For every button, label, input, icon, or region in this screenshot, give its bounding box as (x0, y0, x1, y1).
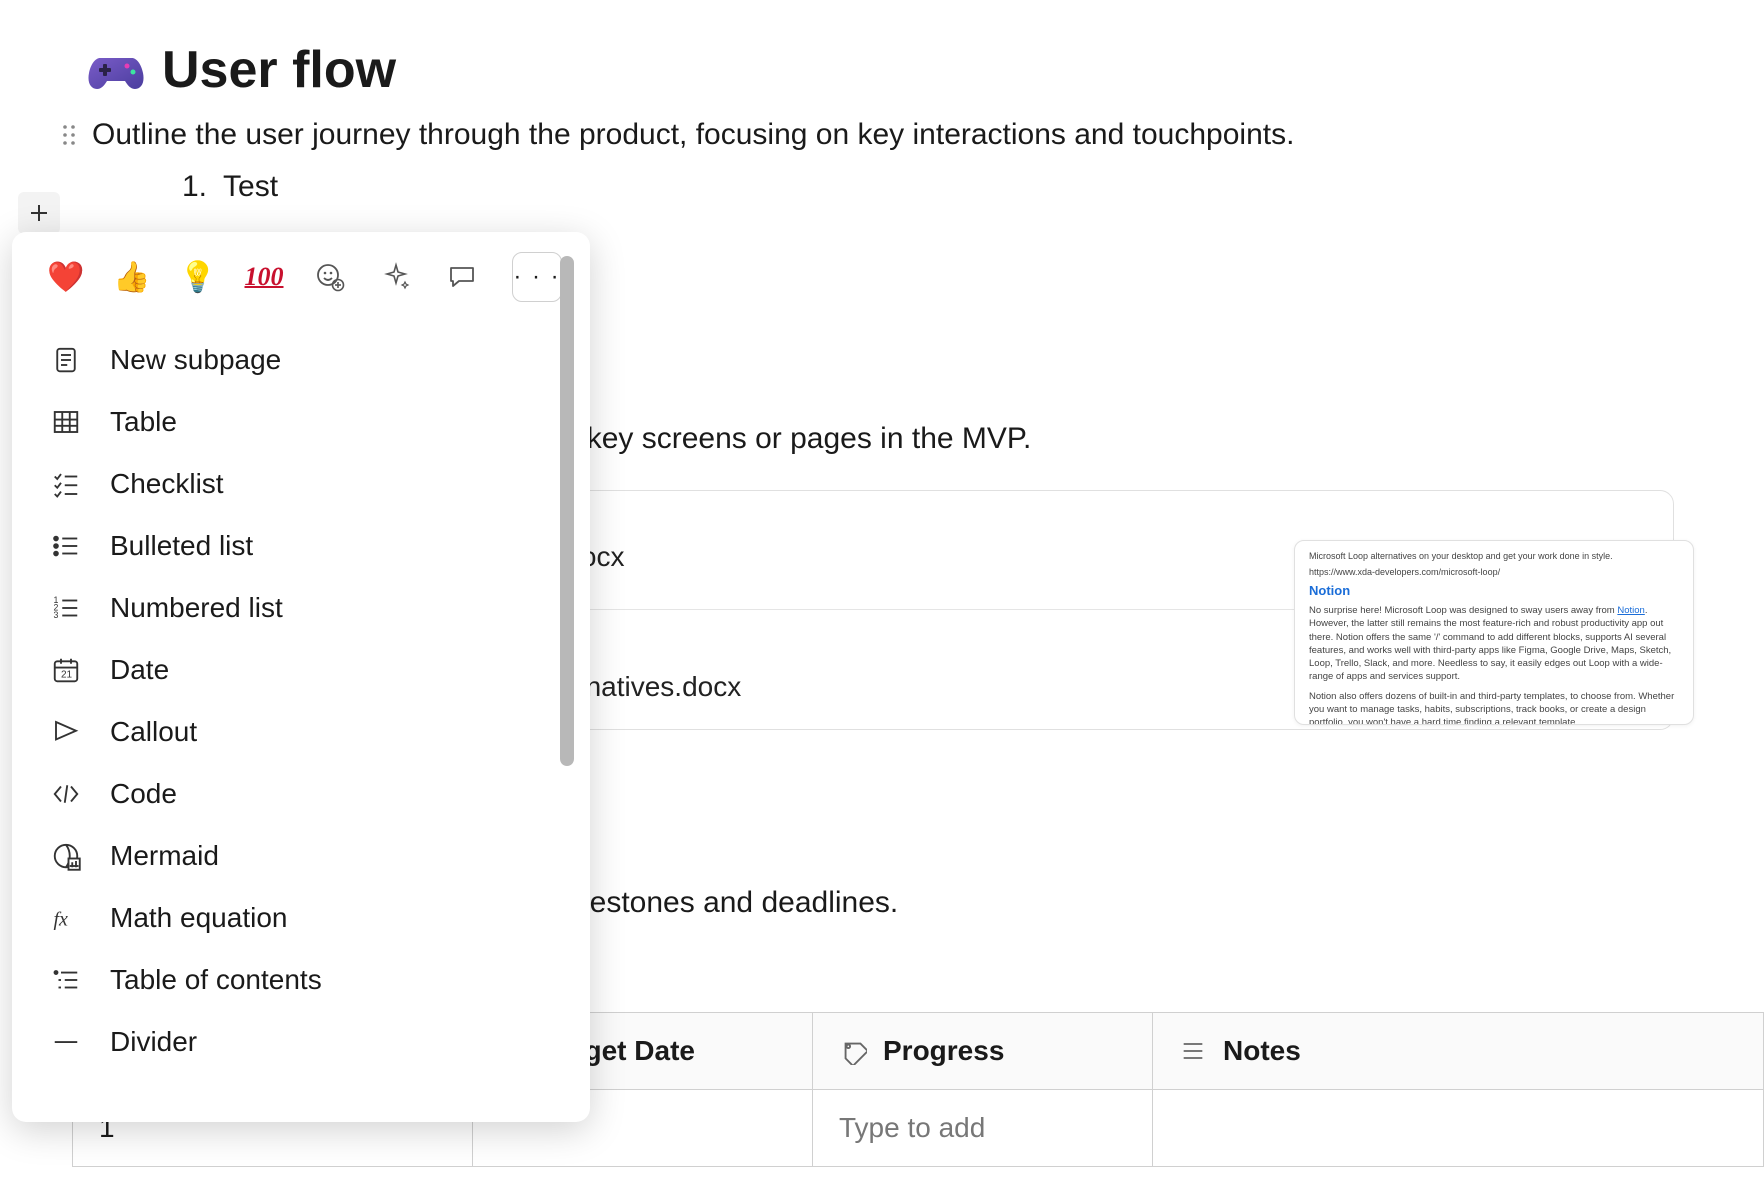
callout-icon (50, 716, 82, 748)
menu-item-label: New subpage (110, 344, 281, 376)
math-icon: fx (50, 902, 82, 934)
list-number: 1. (182, 170, 207, 204)
menu-item-mermaid[interactable]: Mermaid (40, 826, 556, 886)
preview-heading: Notion (1309, 583, 1679, 598)
menu-item-math-equation[interactable]: fx Math equation (40, 888, 556, 948)
preview-topline: Microsoft Loop alternatives on your desk… (1309, 551, 1679, 561)
menu-item-new-subpage[interactable]: New subpage (40, 330, 556, 390)
preview-url: https://www.xda-developers.com/microsoft… (1309, 567, 1679, 577)
menu-item-label: Date (110, 654, 169, 686)
bulleted-list-icon (50, 530, 82, 562)
menu-item-bulleted-list[interactable]: Bulleted list (40, 516, 556, 576)
svg-text:21: 21 (61, 670, 73, 681)
menu-item-label: Numbered list (110, 592, 283, 624)
toc-icon (50, 964, 82, 996)
insert-block-menu: ❤️ 👍 💡 100 · · · New subpage Table (12, 232, 590, 1122)
menu-item-label: Table (110, 406, 177, 438)
date-icon: 21 (50, 654, 82, 686)
menu-item-divider[interactable]: Divider (40, 1012, 556, 1072)
page-emoji-controller-icon (86, 48, 146, 92)
menu-item-label: Math equation (110, 902, 287, 934)
column-header-progress[interactable]: Progress (839, 1035, 1126, 1067)
cell-notes[interactable] (1153, 1090, 1764, 1167)
reaction-thumbs-up[interactable]: 👍 (112, 257, 152, 297)
sparkle-icon[interactable] (376, 257, 416, 297)
reaction-hundred[interactable]: 100 (244, 257, 284, 297)
menu-item-label: Checklist (110, 468, 224, 500)
mermaid-icon (50, 840, 82, 872)
numbered-list-icon: 123 (50, 592, 82, 624)
page-title[interactable]: User flow (162, 40, 396, 100)
table-icon (50, 406, 82, 438)
scrollbar-thumb[interactable] (560, 256, 574, 766)
divider-icon (50, 1026, 82, 1058)
menu-item-numbered-list[interactable]: 123 Numbered list (40, 578, 556, 638)
cell-progress-placeholder[interactable]: Type to add (813, 1090, 1153, 1167)
link-preview-card[interactable]: Microsoft Loop alternatives on your desk… (1294, 540, 1694, 725)
menu-item-label: Callout (110, 716, 197, 748)
drag-handle-icon[interactable] (60, 124, 78, 146)
bg-text-screens: s of key screens or pages in the MVP. (530, 422, 1031, 456)
reaction-lightbulb[interactable]: 💡 (178, 257, 218, 297)
add-block-button[interactable] (18, 192, 60, 234)
preview-para2: Notion also offers dozens of built-in an… (1309, 690, 1679, 725)
column-header-notes[interactable]: Notes (1179, 1035, 1737, 1067)
menu-item-date[interactable]: 21 Date (40, 640, 556, 700)
list-column-icon (1179, 1037, 1207, 1065)
menu-item-callout[interactable]: Callout (40, 702, 556, 762)
list-item-text[interactable]: Test (223, 170, 278, 204)
add-reaction-icon[interactable] (310, 257, 350, 297)
menu-item-label: Code (110, 778, 177, 810)
checklist-icon (50, 468, 82, 500)
menu-item-label: Bulleted list (110, 530, 253, 562)
svg-text:fx: fx (54, 909, 69, 931)
menu-item-label: Table of contents (110, 964, 322, 996)
menu-item-checklist[interactable]: Checklist (40, 454, 556, 514)
menu-item-label: Mermaid (110, 840, 219, 872)
more-options-button[interactable]: · · · (512, 252, 562, 302)
page-subtitle[interactable]: Outline the user journey through the pro… (92, 118, 1294, 152)
preview-para1: No surprise here! Microsoft Loop was des… (1309, 604, 1679, 684)
subpage-icon (50, 344, 82, 376)
reaction-heart[interactable]: ❤️ (46, 257, 86, 297)
tag-column-icon (839, 1037, 867, 1065)
menu-item-label: Divider (110, 1026, 197, 1058)
code-icon (50, 778, 82, 810)
menu-item-table[interactable]: Table (40, 392, 556, 452)
menu-item-table-of-contents[interactable]: Table of contents (40, 950, 556, 1010)
comment-icon[interactable] (442, 257, 482, 297)
svg-text:3: 3 (54, 610, 59, 620)
menu-item-code[interactable]: Code (40, 764, 556, 824)
